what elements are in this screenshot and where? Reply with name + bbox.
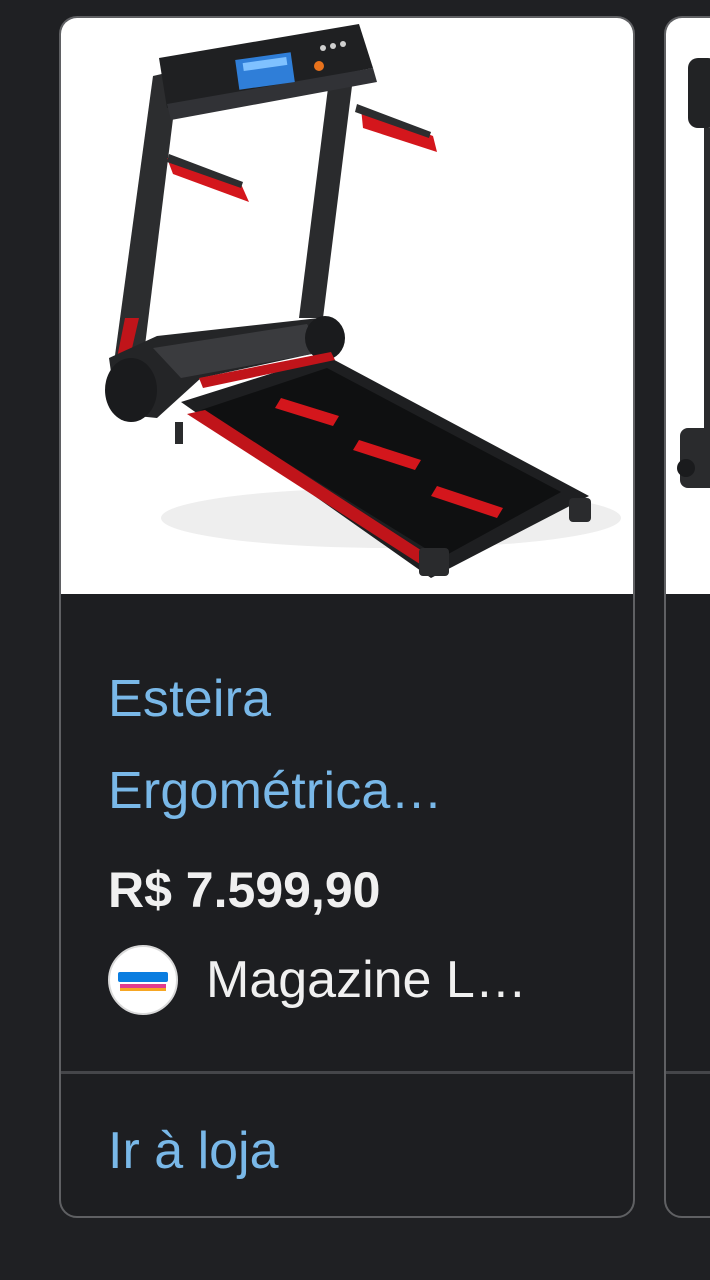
- next-card-divider: [666, 1071, 710, 1074]
- product-title-line-2[interactable]: Ergométrica…: [108, 745, 588, 837]
- product-price: R$ 7.599,90: [108, 862, 381, 918]
- card-divider: [61, 1071, 633, 1074]
- magazine-luiza-logo-icon: [108, 945, 178, 1015]
- next-treadmill-image: [677, 58, 710, 488]
- next-product-card-partial[interactable]: [664, 16, 710, 1218]
- product-card[interactable]: Esteira Ergométrica… R$ 7.599,90 Magazin…: [59, 16, 635, 1218]
- go-to-store-link[interactable]: Ir à loja: [108, 1121, 279, 1181]
- shopping-results-carousel: Esteira Ergométrica… R$ 7.599,90 Magazin…: [0, 0, 710, 1280]
- product-title-line-1[interactable]: Esteira: [108, 653, 588, 745]
- product-title[interactable]: Esteira Ergométrica…: [108, 653, 588, 837]
- next-product-image[interactable]: [666, 18, 710, 594]
- product-image[interactable]: [61, 18, 633, 594]
- seller-name: Magazine L…: [206, 951, 527, 1009]
- treadmill-image: [105, 24, 621, 578]
- seller-info: Magazine L…: [108, 943, 527, 1017]
